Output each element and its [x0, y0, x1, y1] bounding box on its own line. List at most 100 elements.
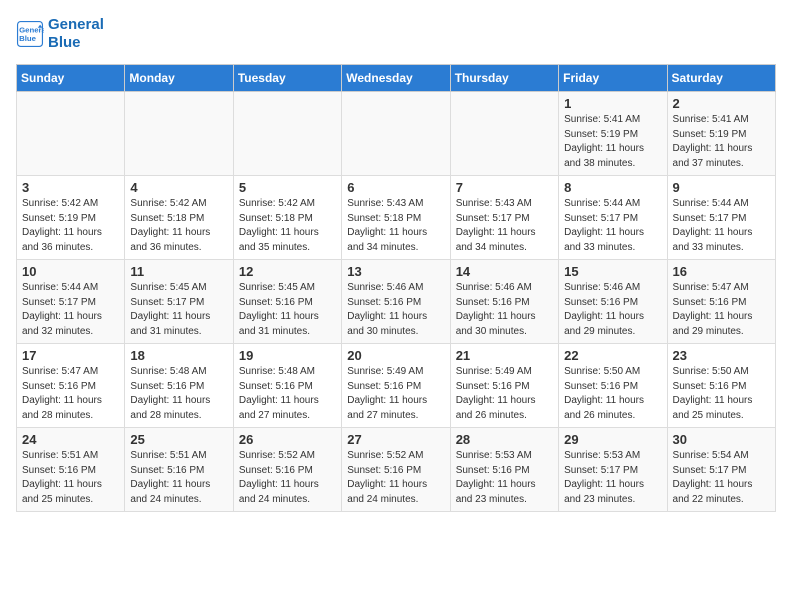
day-number: 14	[456, 264, 553, 279]
svg-text:Blue: Blue	[19, 34, 37, 43]
calendar-cell: 7 Sunrise: 5:43 AM Sunset: 5:17 PM Daylig…	[450, 176, 558, 260]
calendar-cell: 10Sunrise: 5:44 AM Sunset: 5:17 PM Dayli…	[17, 260, 125, 344]
day-number: 29	[564, 432, 661, 447]
day-number: 5	[239, 180, 336, 195]
weekday-header-row: SundayMondayTuesdayWednesdayThursdayFrid…	[17, 65, 776, 92]
calendar-cell	[17, 92, 125, 176]
calendar-cell: 6 Sunrise: 5:43 AM Sunset: 5:18 PM Daylig…	[342, 176, 450, 260]
calendar-cell: 28 Sunrise: 5:53 AM Sunset: 5:16 PM Dayli…	[450, 428, 558, 512]
calendar-cell: 18 Sunrise: 5:48 AM Sunset: 5:16 PM Dayli…	[125, 344, 233, 428]
day-number: 9	[673, 180, 770, 195]
calendar-week-5: 24 Sunrise: 5:51 AM Sunset: 5:16 PM Dayli…	[17, 428, 776, 512]
day-number: 11	[130, 264, 227, 279]
weekday-header-thursday: Thursday	[450, 65, 558, 92]
day-info: Sunrise: 5:47 AM Sunset: 5:16 PM Dayligh…	[673, 281, 770, 339]
day-number: 19	[239, 348, 336, 363]
day-info: Sunrise: 5:53 AM Sunset: 5:16 PM Dayligh…	[456, 449, 553, 507]
calendar-cell: 20 Sunrise: 5:49 AM Sunset: 5:16 PM Dayli…	[342, 344, 450, 428]
day-number: 17	[22, 348, 119, 363]
day-info: Sunrise: 5:54 AM Sunset: 5:17 PM Dayligh…	[673, 449, 770, 507]
calendar-cell: 27 Sunrise: 5:52 AM Sunset: 5:16 PM Dayli…	[342, 428, 450, 512]
calendar-cell: 26Sunrise: 5:52 AM Sunset: 5:16 PM Dayli…	[233, 428, 341, 512]
calendar-cell: 13 Sunrise: 5:46 AM Sunset: 5:16 PM Dayli…	[342, 260, 450, 344]
day-number: 8	[564, 180, 661, 195]
weekday-header-sunday: Sunday	[17, 65, 125, 92]
day-number: 3	[22, 180, 119, 195]
calendar-cell	[342, 92, 450, 176]
day-info: Sunrise: 5:45 AM Sunset: 5:17 PM Dayligh…	[130, 281, 227, 339]
day-number: 20	[347, 348, 444, 363]
day-number: 26	[239, 432, 336, 447]
calendar-cell: 11 Sunrise: 5:45 AM Sunset: 5:17 PM Dayli…	[125, 260, 233, 344]
day-info: Sunrise: 5:41 AM Sunset: 5:19 PM Dayligh…	[564, 113, 661, 171]
logo: General Blue General Blue	[16, 16, 104, 52]
weekday-header-friday: Friday	[559, 65, 667, 92]
day-info: Sunrise: 5:44 AM Sunset: 5:17 PM Dayligh…	[22, 281, 119, 339]
day-number: 4	[130, 180, 227, 195]
day-info: Sunrise: 5:44 AM Sunset: 5:17 PM Dayligh…	[564, 197, 661, 255]
calendar-cell: 8 Sunrise: 5:44 AM Sunset: 5:17 PM Daylig…	[559, 176, 667, 260]
calendar-cell: 5 Sunrise: 5:42 AM Sunset: 5:18 PM Daylig…	[233, 176, 341, 260]
weekday-header-wednesday: Wednesday	[342, 65, 450, 92]
day-info: Sunrise: 5:46 AM Sunset: 5:16 PM Dayligh…	[347, 281, 444, 339]
weekday-header-tuesday: Tuesday	[233, 65, 341, 92]
day-number: 18	[130, 348, 227, 363]
logo-icon: General Blue	[16, 20, 44, 48]
weekday-header-saturday: Saturday	[667, 65, 775, 92]
day-info: Sunrise: 5:43 AM Sunset: 5:17 PM Dayligh…	[456, 197, 553, 255]
day-info: Sunrise: 5:41 AM Sunset: 5:19 PM Dayligh…	[673, 113, 770, 171]
day-info: Sunrise: 5:42 AM Sunset: 5:19 PM Dayligh…	[22, 197, 119, 255]
calendar-cell: 29 Sunrise: 5:53 AM Sunset: 5:17 PM Dayli…	[559, 428, 667, 512]
calendar-cell: 2 Sunrise: 5:41 AM Sunset: 5:19 PM Daylig…	[667, 92, 775, 176]
calendar-cell: 17Sunrise: 5:47 AM Sunset: 5:16 PM Dayli…	[17, 344, 125, 428]
day-info: Sunrise: 5:51 AM Sunset: 5:16 PM Dayligh…	[22, 449, 119, 507]
day-info: Sunrise: 5:49 AM Sunset: 5:16 PM Dayligh…	[347, 365, 444, 423]
day-info: Sunrise: 5:42 AM Sunset: 5:18 PM Dayligh…	[239, 197, 336, 255]
day-number: 30	[673, 432, 770, 447]
calendar-body: 1 Sunrise: 5:41 AM Sunset: 5:19 PM Daylig…	[17, 92, 776, 512]
day-number: 2	[673, 96, 770, 111]
calendar-cell: 19 Sunrise: 5:48 AM Sunset: 5:16 PM Dayli…	[233, 344, 341, 428]
day-info: Sunrise: 5:44 AM Sunset: 5:17 PM Dayligh…	[673, 197, 770, 255]
day-number: 24	[22, 432, 119, 447]
calendar-cell: 25Sunrise: 5:51 AM Sunset: 5:16 PM Dayli…	[125, 428, 233, 512]
calendar-cell	[125, 92, 233, 176]
day-number: 16	[673, 264, 770, 279]
day-number: 13	[347, 264, 444, 279]
calendar-cell: 22Sunrise: 5:50 AM Sunset: 5:16 PM Dayli…	[559, 344, 667, 428]
weekday-header-monday: Monday	[125, 65, 233, 92]
calendar-cell: 30 Sunrise: 5:54 AM Sunset: 5:17 PM Dayli…	[667, 428, 775, 512]
calendar-week-1: 1 Sunrise: 5:41 AM Sunset: 5:19 PM Daylig…	[17, 92, 776, 176]
calendar-cell: 14Sunrise: 5:46 AM Sunset: 5:16 PM Dayli…	[450, 260, 558, 344]
day-info: Sunrise: 5:46 AM Sunset: 5:16 PM Dayligh…	[564, 281, 661, 339]
calendar-cell: 12 Sunrise: 5:45 AM Sunset: 5:16 PM Dayli…	[233, 260, 341, 344]
page-header: General Blue General Blue	[16, 16, 776, 52]
day-info: Sunrise: 5:50 AM Sunset: 5:16 PM Dayligh…	[564, 365, 661, 423]
calendar-cell	[450, 92, 558, 176]
day-info: Sunrise: 5:53 AM Sunset: 5:17 PM Dayligh…	[564, 449, 661, 507]
calendar-header: SundayMondayTuesdayWednesdayThursdayFrid…	[17, 65, 776, 92]
day-info: Sunrise: 5:52 AM Sunset: 5:16 PM Dayligh…	[347, 449, 444, 507]
calendar-week-2: 3 Sunrise: 5:42 AM Sunset: 5:19 PM Daylig…	[17, 176, 776, 260]
day-number: 28	[456, 432, 553, 447]
day-number: 1	[564, 96, 661, 111]
day-info: Sunrise: 5:43 AM Sunset: 5:18 PM Dayligh…	[347, 197, 444, 255]
day-number: 6	[347, 180, 444, 195]
day-info: Sunrise: 5:45 AM Sunset: 5:16 PM Dayligh…	[239, 281, 336, 339]
calendar-cell: 9 Sunrise: 5:44 AM Sunset: 5:17 PM Daylig…	[667, 176, 775, 260]
calendar-cell: 21Sunrise: 5:49 AM Sunset: 5:16 PM Dayli…	[450, 344, 558, 428]
calendar-table: SundayMondayTuesdayWednesdayThursdayFrid…	[16, 64, 776, 512]
calendar-cell	[233, 92, 341, 176]
day-number: 7	[456, 180, 553, 195]
calendar-week-4: 17Sunrise: 5:47 AM Sunset: 5:16 PM Dayli…	[17, 344, 776, 428]
day-number: 12	[239, 264, 336, 279]
day-number: 25	[130, 432, 227, 447]
calendar-cell: 23Sunrise: 5:50 AM Sunset: 5:16 PM Dayli…	[667, 344, 775, 428]
calendar-week-3: 10Sunrise: 5:44 AM Sunset: 5:17 PM Dayli…	[17, 260, 776, 344]
day-info: Sunrise: 5:42 AM Sunset: 5:18 PM Dayligh…	[130, 197, 227, 255]
day-number: 27	[347, 432, 444, 447]
day-info: Sunrise: 5:48 AM Sunset: 5:16 PM Dayligh…	[130, 365, 227, 423]
day-number: 15	[564, 264, 661, 279]
day-info: Sunrise: 5:48 AM Sunset: 5:16 PM Dayligh…	[239, 365, 336, 423]
calendar-cell: 15 Sunrise: 5:46 AM Sunset: 5:16 PM Dayli…	[559, 260, 667, 344]
